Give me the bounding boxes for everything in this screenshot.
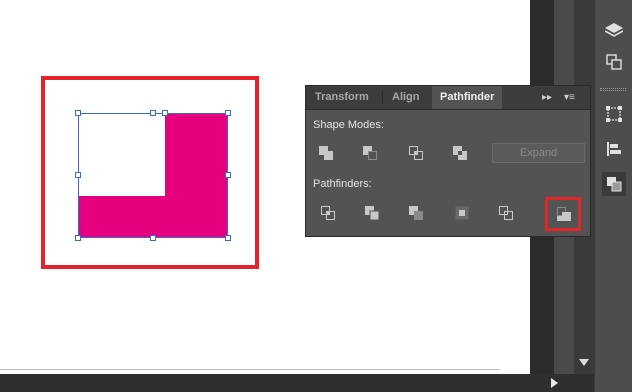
status-bar-arrow-icon[interactable] <box>551 378 558 388</box>
shape-modes-label: Shape Modes: <box>313 119 384 131</box>
expand-button[interactable]: Expand <box>492 143 585 163</box>
pathfinders-label: Pathfinders: <box>313 178 372 190</box>
unite-icon[interactable] <box>316 143 336 163</box>
tab-transform[interactable]: Transform <box>315 86 369 109</box>
tab-align[interactable]: Align <box>392 86 420 109</box>
trim-icon[interactable] <box>362 203 382 223</box>
artwork-highlight-box <box>41 76 259 269</box>
intersect-icon[interactable] <box>406 143 426 163</box>
pathfinder-icon[interactable] <box>602 172 626 196</box>
status-bar <box>0 374 594 392</box>
dock-grip[interactable] <box>600 88 626 91</box>
panel-menu-icon[interactable]: ▾≡ <box>564 86 575 109</box>
tab-separator <box>382 91 383 104</box>
minus-back-highlight <box>545 197 581 231</box>
artboard-edge <box>0 369 500 370</box>
pathfinder-panel: Transform Align Pathfinder ▸▸ ▾≡ Shape M… <box>305 85 591 237</box>
artboards-icon[interactable] <box>602 50 626 74</box>
outline-icon[interactable] <box>496 203 516 223</box>
layers-icon[interactable] <box>602 18 626 42</box>
merge-icon[interactable] <box>406 203 426 223</box>
crop-icon[interactable] <box>452 203 472 223</box>
scroll-down-arrow-icon <box>579 359 589 366</box>
exclude-icon[interactable] <box>450 143 470 163</box>
tab-pathfinder[interactable]: Pathfinder <box>432 86 503 109</box>
transform-icon[interactable] <box>602 102 626 126</box>
divide-icon[interactable] <box>318 203 338 223</box>
collapse-panel-icon[interactable]: ▸▸ <box>542 86 552 109</box>
minus-front-icon[interactable] <box>360 143 380 163</box>
align-icon[interactable] <box>602 137 626 161</box>
